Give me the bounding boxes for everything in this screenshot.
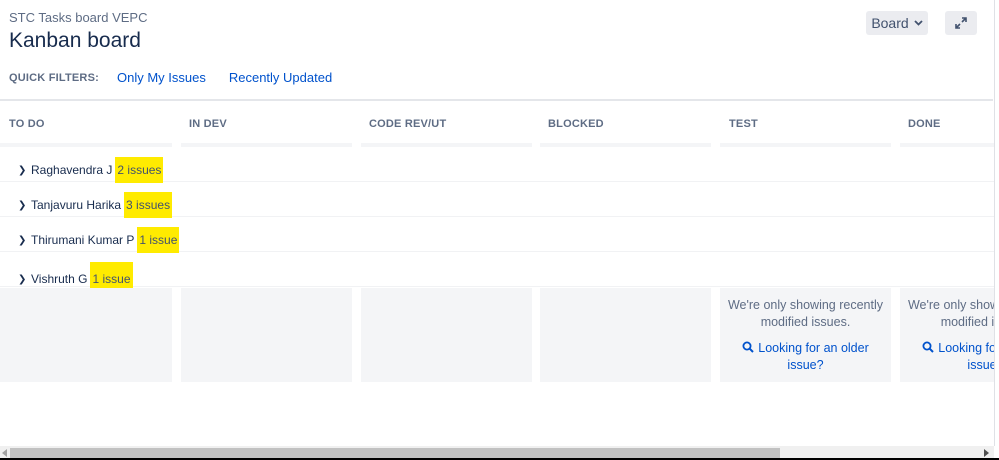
column-header-blocked: BLOCKED (548, 118, 604, 130)
older-issues-link[interactable]: Looking for an older issue? (907, 340, 994, 374)
swimlane-name: Raghavendra J (31, 163, 113, 177)
notice-text: We're only showing recently modified iss… (907, 298, 994, 329)
board-dropdown-button[interactable]: Board (866, 11, 928, 35)
search-icon (742, 341, 754, 353)
swimlane-issue-count: 2 issues (115, 157, 164, 183)
older-issues-link[interactable]: Looking for an older issue? (727, 340, 884, 374)
column-header-test: TEST (729, 118, 758, 130)
search-icon (922, 341, 934, 353)
recent-issues-notice: We're only showing recently modified iss… (907, 297, 994, 374)
column-body-todo (0, 288, 172, 382)
chevron-right-icon: ❯ (18, 234, 27, 246)
quick-filters: QUICK FILTERS: Only My Issues Recently U… (9, 70, 355, 85)
header-divider (0, 99, 993, 101)
swimlanes: ❯ Raghavendra J 2 issues ❯ Tanjavuru Har… (0, 147, 994, 296)
filter-only-my-issues[interactable]: Only My Issues (117, 70, 206, 85)
swimlane-name: Vishruth G (31, 272, 88, 286)
page-title: Kanban board (9, 29, 141, 52)
swimlane-header[interactable]: ❯ Raghavendra J 2 issues (18, 157, 164, 183)
swimlane: ❯ Raghavendra J 2 issues (0, 147, 994, 183)
swimlane: ❯ Vishruth G 1 issue (0, 252, 994, 296)
swimlane-header[interactable]: ❯ Thirumani Kumar P 1 issue (18, 227, 180, 253)
column-header-in-dev: IN DEV (189, 118, 227, 130)
recent-issues-notice: We're only showing recently modified iss… (727, 297, 884, 374)
chevron-right-icon: ❯ (18, 164, 27, 176)
older-issues-link-text: Looking for an older issue? (938, 341, 994, 372)
column-header-todo: TO DO (9, 118, 45, 130)
board-right-border (994, 0, 995, 446)
filter-recently-updated[interactable]: Recently Updated (229, 70, 332, 85)
expand-icon (955, 17, 967, 29)
recent-issues-notice-done-clip: We're only showing recently modified iss… (900, 288, 994, 382)
breadcrumb[interactable]: STC Tasks board VEPC (9, 10, 147, 25)
expand-button[interactable] (945, 11, 977, 35)
scroll-right-arrow-icon[interactable] (984, 449, 989, 457)
chevron-right-icon: ❯ (18, 199, 27, 211)
swimlane: ❯ Tanjavuru Harika 3 issues (0, 182, 994, 218)
column-header-code-rev: CODE REV/UT (369, 118, 447, 130)
notice-text: We're only showing recently modified iss… (727, 298, 883, 329)
swimlane-issue-count: 1 issue (137, 227, 180, 253)
chevron-right-icon: ❯ (18, 273, 27, 285)
swimlane-name: Thirumani Kumar P (31, 233, 135, 247)
chevron-down-icon (914, 20, 923, 26)
scrollbar-thumb[interactable] (10, 448, 780, 458)
scroll-left-arrow-icon[interactable] (2, 449, 7, 457)
board-button-label: Board (871, 15, 909, 31)
swimlane-header[interactable]: ❯ Tanjavuru Harika 3 issues (18, 192, 173, 218)
column-body-blocked (540, 288, 711, 382)
column-header-done: DONE (908, 118, 941, 130)
older-issues-link-text: Looking for an older issue? (758, 341, 869, 372)
column-body-in-dev (181, 288, 352, 382)
swimlane-name: Tanjavuru Harika (31, 198, 122, 212)
quick-filters-label: QUICK FILTERS: (9, 71, 99, 84)
column-body-code-rev (361, 288, 532, 382)
swimlane-issue-count: 3 issues (124, 192, 173, 218)
swimlane: ❯ Thirumani Kumar P 1 issue (0, 217, 994, 253)
